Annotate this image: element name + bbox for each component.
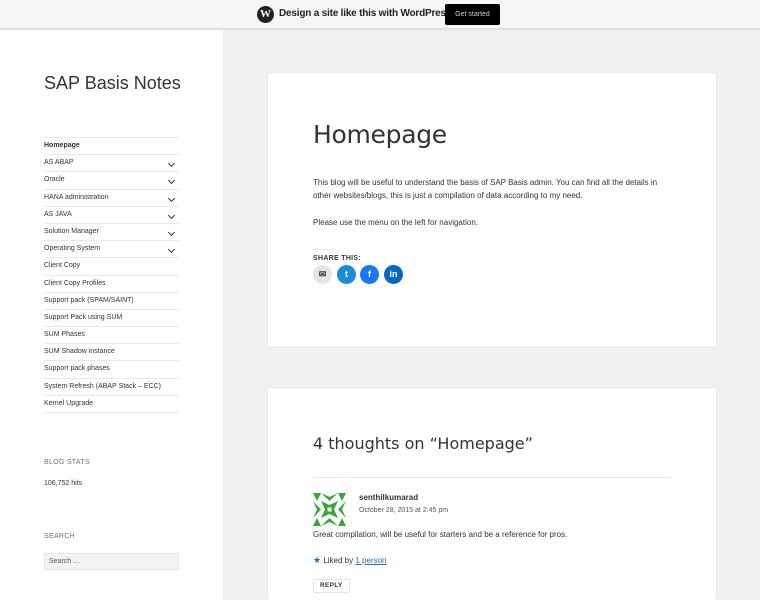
menu-item-label: Kernel Upgrade: [44, 399, 94, 407]
comment-date[interactable]: October 28, 2015 at 2:45 pm: [359, 507, 448, 514]
liked-by-prefix: Liked by: [323, 556, 354, 565]
page-title: Homepage: [313, 120, 447, 149]
menu-item-support-pack-spam-saint[interactable]: Support pack (SPAM/SAINT): [44, 293, 179, 310]
menu-item-system-refresh[interactable]: System Refresh (ABAP Stack – ECC): [44, 379, 179, 396]
menu-item-label: Support pack (SPAM/SAINT): [44, 296, 134, 304]
wordpress-promo-bar: W Design a site like this with WordPress…: [0, 0, 760, 29]
wordpress-logo-icon[interactable]: W: [257, 6, 274, 23]
linkedin-icon[interactable]: in: [384, 265, 403, 284]
identicon-avatar-icon: [313, 493, 346, 526]
menu-item-as-abap[interactable]: AS ABAP: [44, 155, 179, 173]
post-paragraph: Please use the menu on the left for navi…: [313, 218, 478, 227]
menu-item-label: Solution Manager: [44, 227, 99, 235]
menu-item-label: HANA administration: [44, 193, 109, 201]
menu-item-label: Oracle: [44, 176, 65, 184]
menu-item-as-java[interactable]: AS JAVA: [44, 207, 179, 224]
menu-item-label: SUM Shadow instance: [44, 348, 115, 356]
twitter-icon[interactable]: t: [337, 265, 356, 284]
menu-item-support-pack-using-sum[interactable]: Support Pack using SUM: [44, 310, 179, 328]
sidebar: SAP Basis Notes Homepage AS ABAP Oracle …: [0, 30, 224, 600]
divider: [313, 477, 670, 478]
chevron-down-icon[interactable]: [167, 211, 176, 219]
menu-item-support-pack-phases[interactable]: Support pack phases: [44, 361, 179, 379]
menu-item-label: Client Copy: [44, 262, 81, 270]
menu-item-label: Support Pack using SUM: [44, 313, 123, 321]
menu-item-label: System Refresh (ABAP Stack – ECC): [44, 382, 161, 390]
menu-item-label: Client Copy Profiles: [44, 279, 106, 287]
site-title[interactable]: SAP Basis Notes: [44, 73, 181, 94]
menu-item-label: SUM Phases: [44, 331, 85, 339]
menu-item-sum-shadow-instance[interactable]: SUM Shadow instance: [44, 344, 179, 362]
share-title: SHARE THIS:: [313, 249, 361, 262]
menu-item-label: Support pack phases: [44, 365, 110, 373]
menu-item-sum-phases[interactable]: SUM Phases: [44, 327, 179, 345]
menu-item-solution-manager[interactable]: Solution Manager: [44, 224, 179, 242]
chevron-down-icon[interactable]: [167, 246, 176, 254]
main-menu: Homepage AS ABAP Oracle HANA administrat…: [44, 137, 179, 413]
chevron-down-icon[interactable]: [167, 160, 176, 168]
avatar[interactable]: [313, 493, 346, 526]
search-input[interactable]: Search …: [44, 553, 179, 570]
menu-item-operating-system[interactable]: Operating System: [44, 241, 179, 259]
search-widget-title: SEARCH: [44, 533, 75, 540]
menu-item-oracle[interactable]: Oracle: [44, 172, 179, 190]
menu-item-label: Operating System: [44, 245, 101, 253]
post-card: Homepage This blog will be useful to und…: [268, 73, 716, 346]
liked-by-link[interactable]: 1 person: [355, 556, 386, 565]
menu-item-client-copy[interactable]: Client Copy: [44, 258, 179, 276]
menu-item-label: Homepage: [44, 142, 80, 149]
email-icon[interactable]: ✉: [313, 265, 332, 284]
chevron-down-icon[interactable]: [167, 177, 176, 185]
reply-button[interactable]: REPLY: [313, 579, 350, 593]
menu-item-label: AS JAVA: [44, 210, 72, 218]
comments-card: 4 thoughts on “Homepage” senthilkumarad …: [268, 388, 716, 600]
menu-item-label: AS ABAP: [44, 159, 74, 167]
blog-stats-hits: 106,752 hits: [44, 480, 83, 487]
get-started-button[interactable]: Get started: [445, 4, 500, 25]
blog-stats-title: BLOG STATS: [44, 459, 90, 466]
comment-author[interactable]: senthilkumarad: [359, 493, 418, 502]
star-icon: ★: [313, 555, 322, 565]
chevron-down-icon[interactable]: [167, 228, 176, 236]
facebook-icon[interactable]: f: [360, 265, 379, 284]
comment-likes: ★ Liked by 1 person: [313, 555, 386, 566]
comments-title: 4 thoughts on “Homepage”: [313, 434, 533, 453]
comment-text: Great compilation, will be useful for st…: [313, 530, 568, 539]
menu-item-kernel-upgrade[interactable]: Kernel Upgrade: [44, 396, 179, 413]
menu-item-hana-administration[interactable]: HANA administration: [44, 190, 179, 207]
menu-item-client-copy-profiles[interactable]: Client Copy Profiles: [44, 276, 179, 293]
menu-item-homepage[interactable]: Homepage: [44, 138, 179, 156]
post-paragraph: This blog will be useful to understand t…: [313, 178, 658, 200]
chevron-down-icon[interactable]: [167, 194, 176, 202]
